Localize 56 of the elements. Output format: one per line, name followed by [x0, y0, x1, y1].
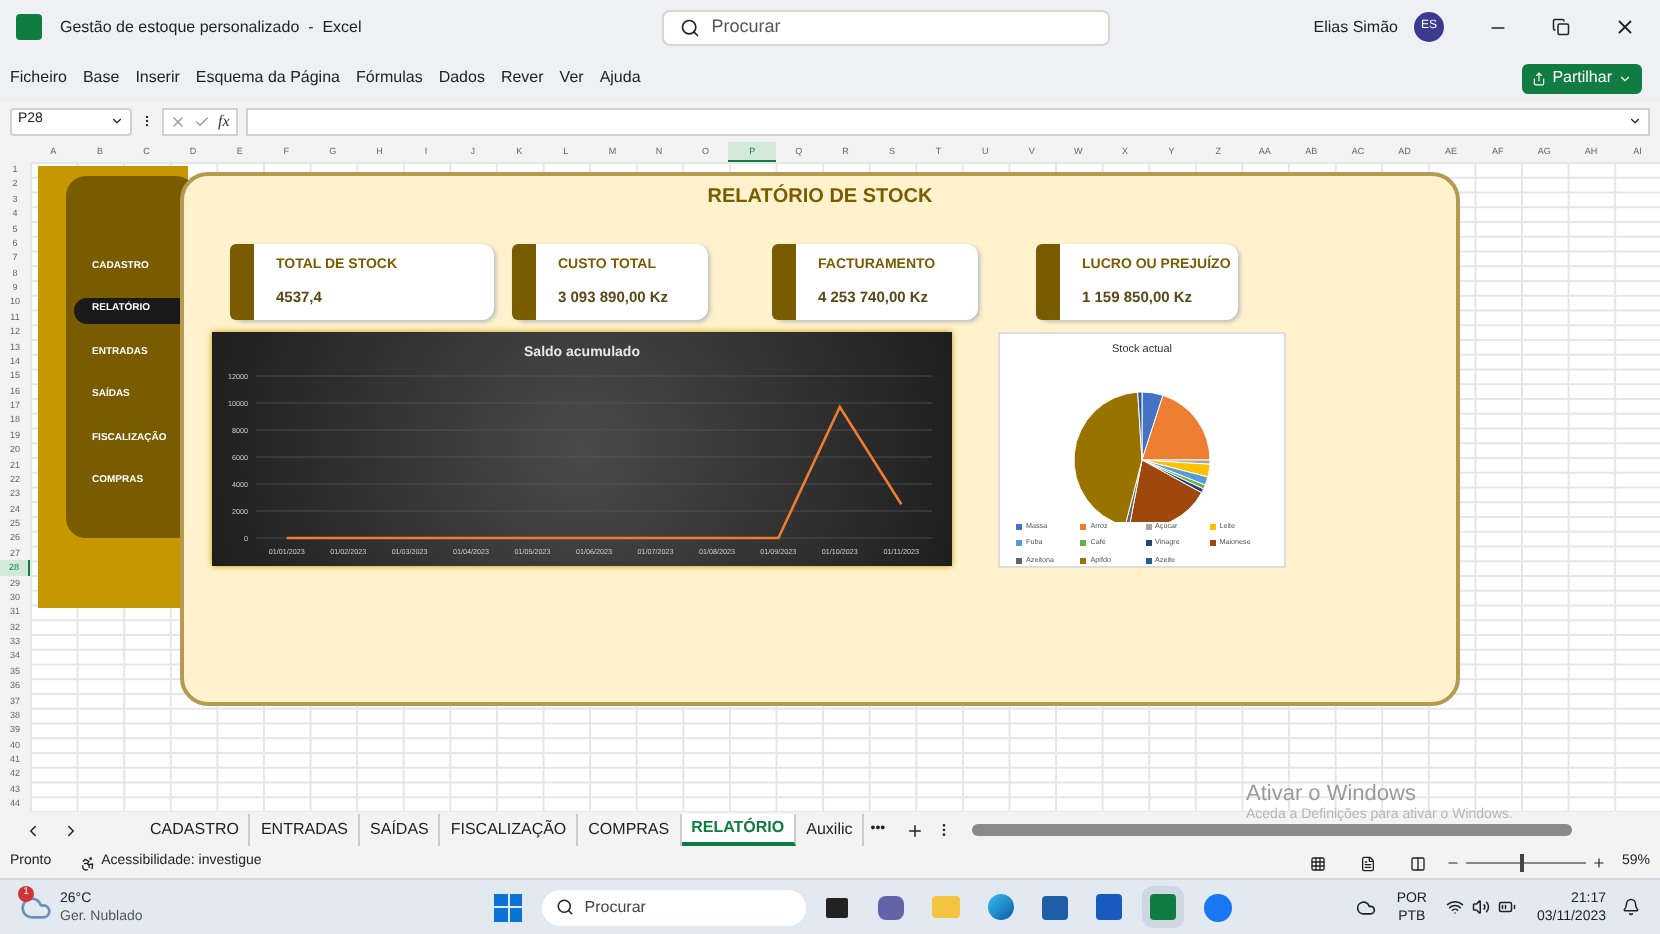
check-icon[interactable] — [194, 113, 210, 129]
card-accent-bar — [230, 244, 254, 320]
wifi-icon[interactable] — [1446, 898, 1465, 916]
card-accent-bar — [772, 244, 796, 320]
sheet-tab[interactable]: RELATÓRIO — [681, 814, 797, 846]
cancel-icon[interactable] — [170, 113, 186, 129]
start-icon[interactable] — [494, 893, 523, 921]
notification-icon[interactable] — [1622, 898, 1640, 916]
ribbon-tab[interactable]: Dados — [438, 66, 485, 90]
user-name: Elias Simão — [1313, 15, 1398, 39]
sheet-tab[interactable]: FISCALIZAÇÃO — [440, 814, 579, 846]
caret-icon — [1628, 114, 1642, 128]
cloud-icon[interactable] — [1356, 897, 1377, 917]
add-sheet-icon[interactable] — [905, 821, 924, 839]
normal-view-icon[interactable] — [1309, 855, 1326, 871]
ribbon-tab[interactable]: Base — [82, 66, 120, 90]
zoom-slider-thumb[interactable] — [1519, 854, 1524, 872]
ribbon-tab[interactable]: Fórmulas — [355, 66, 423, 90]
page-break-icon[interactable] — [1409, 855, 1426, 871]
previous-sheet-icon[interactable] — [24, 821, 42, 839]
search-icon — [679, 17, 700, 37]
ribbon-tab[interactable]: Ajuda — [599, 66, 641, 90]
next-sheet-icon[interactable] — [62, 821, 80, 839]
more-icon[interactable] — [140, 114, 154, 128]
ribbon-tab[interactable]: Inserir — [135, 66, 180, 90]
volume-icon[interactable] — [1472, 898, 1491, 916]
page-layout-icon[interactable] — [1359, 855, 1376, 871]
accessibility-icon[interactable] — [79, 855, 96, 871]
search-icon — [556, 898, 575, 916]
restore-icon[interactable] — [1552, 18, 1570, 36]
share-icon — [1532, 71, 1547, 85]
close-icon[interactable] — [1614, 16, 1636, 38]
card-accent-bar — [512, 244, 536, 320]
battery-icon[interactable] — [1498, 898, 1517, 916]
sheet-tab[interactable]: CADASTRO — [140, 814, 251, 846]
taskbar-search-field[interactable]: Procurar — [542, 889, 807, 925]
ribbon-tab[interactable]: Rever — [500, 66, 544, 90]
sheet-tab[interactable]: Auxilic — [796, 814, 865, 846]
activation-title: Ativar o Windows — [1246, 780, 1416, 807]
ribbon-tab[interactable]: Esquema da Página — [195, 66, 340, 90]
ribbon-tab[interactable]: Ficheiro — [10, 66, 67, 90]
sheet-tab[interactable]: SAÍDAS — [360, 814, 441, 846]
report-title: RELATÓRIO DE STOCK — [707, 182, 933, 212]
zoom-in-icon[interactable] — [1591, 856, 1606, 870]
formula-input[interactable] — [245, 107, 1650, 135]
share-button[interactable]: Partilhar — [1522, 63, 1642, 93]
caret-icon — [1618, 71, 1632, 85]
caret-icon — [110, 114, 124, 128]
sheet-tab[interactable]: ENTRADAS — [250, 814, 361, 846]
card-accent-bar — [1036, 244, 1060, 320]
zoom-out-icon[interactable] — [1445, 856, 1460, 870]
window-title: Gestão de estoque personalizado - Excel — [60, 15, 362, 39]
ribbon-tab[interactable]: Ver — [559, 66, 584, 90]
search-field[interactable]: Procurar — [661, 9, 1110, 45]
horizontal-scrollbar[interactable] — [971, 824, 1572, 836]
insert-function-button[interactable]: fx — [218, 109, 230, 133]
